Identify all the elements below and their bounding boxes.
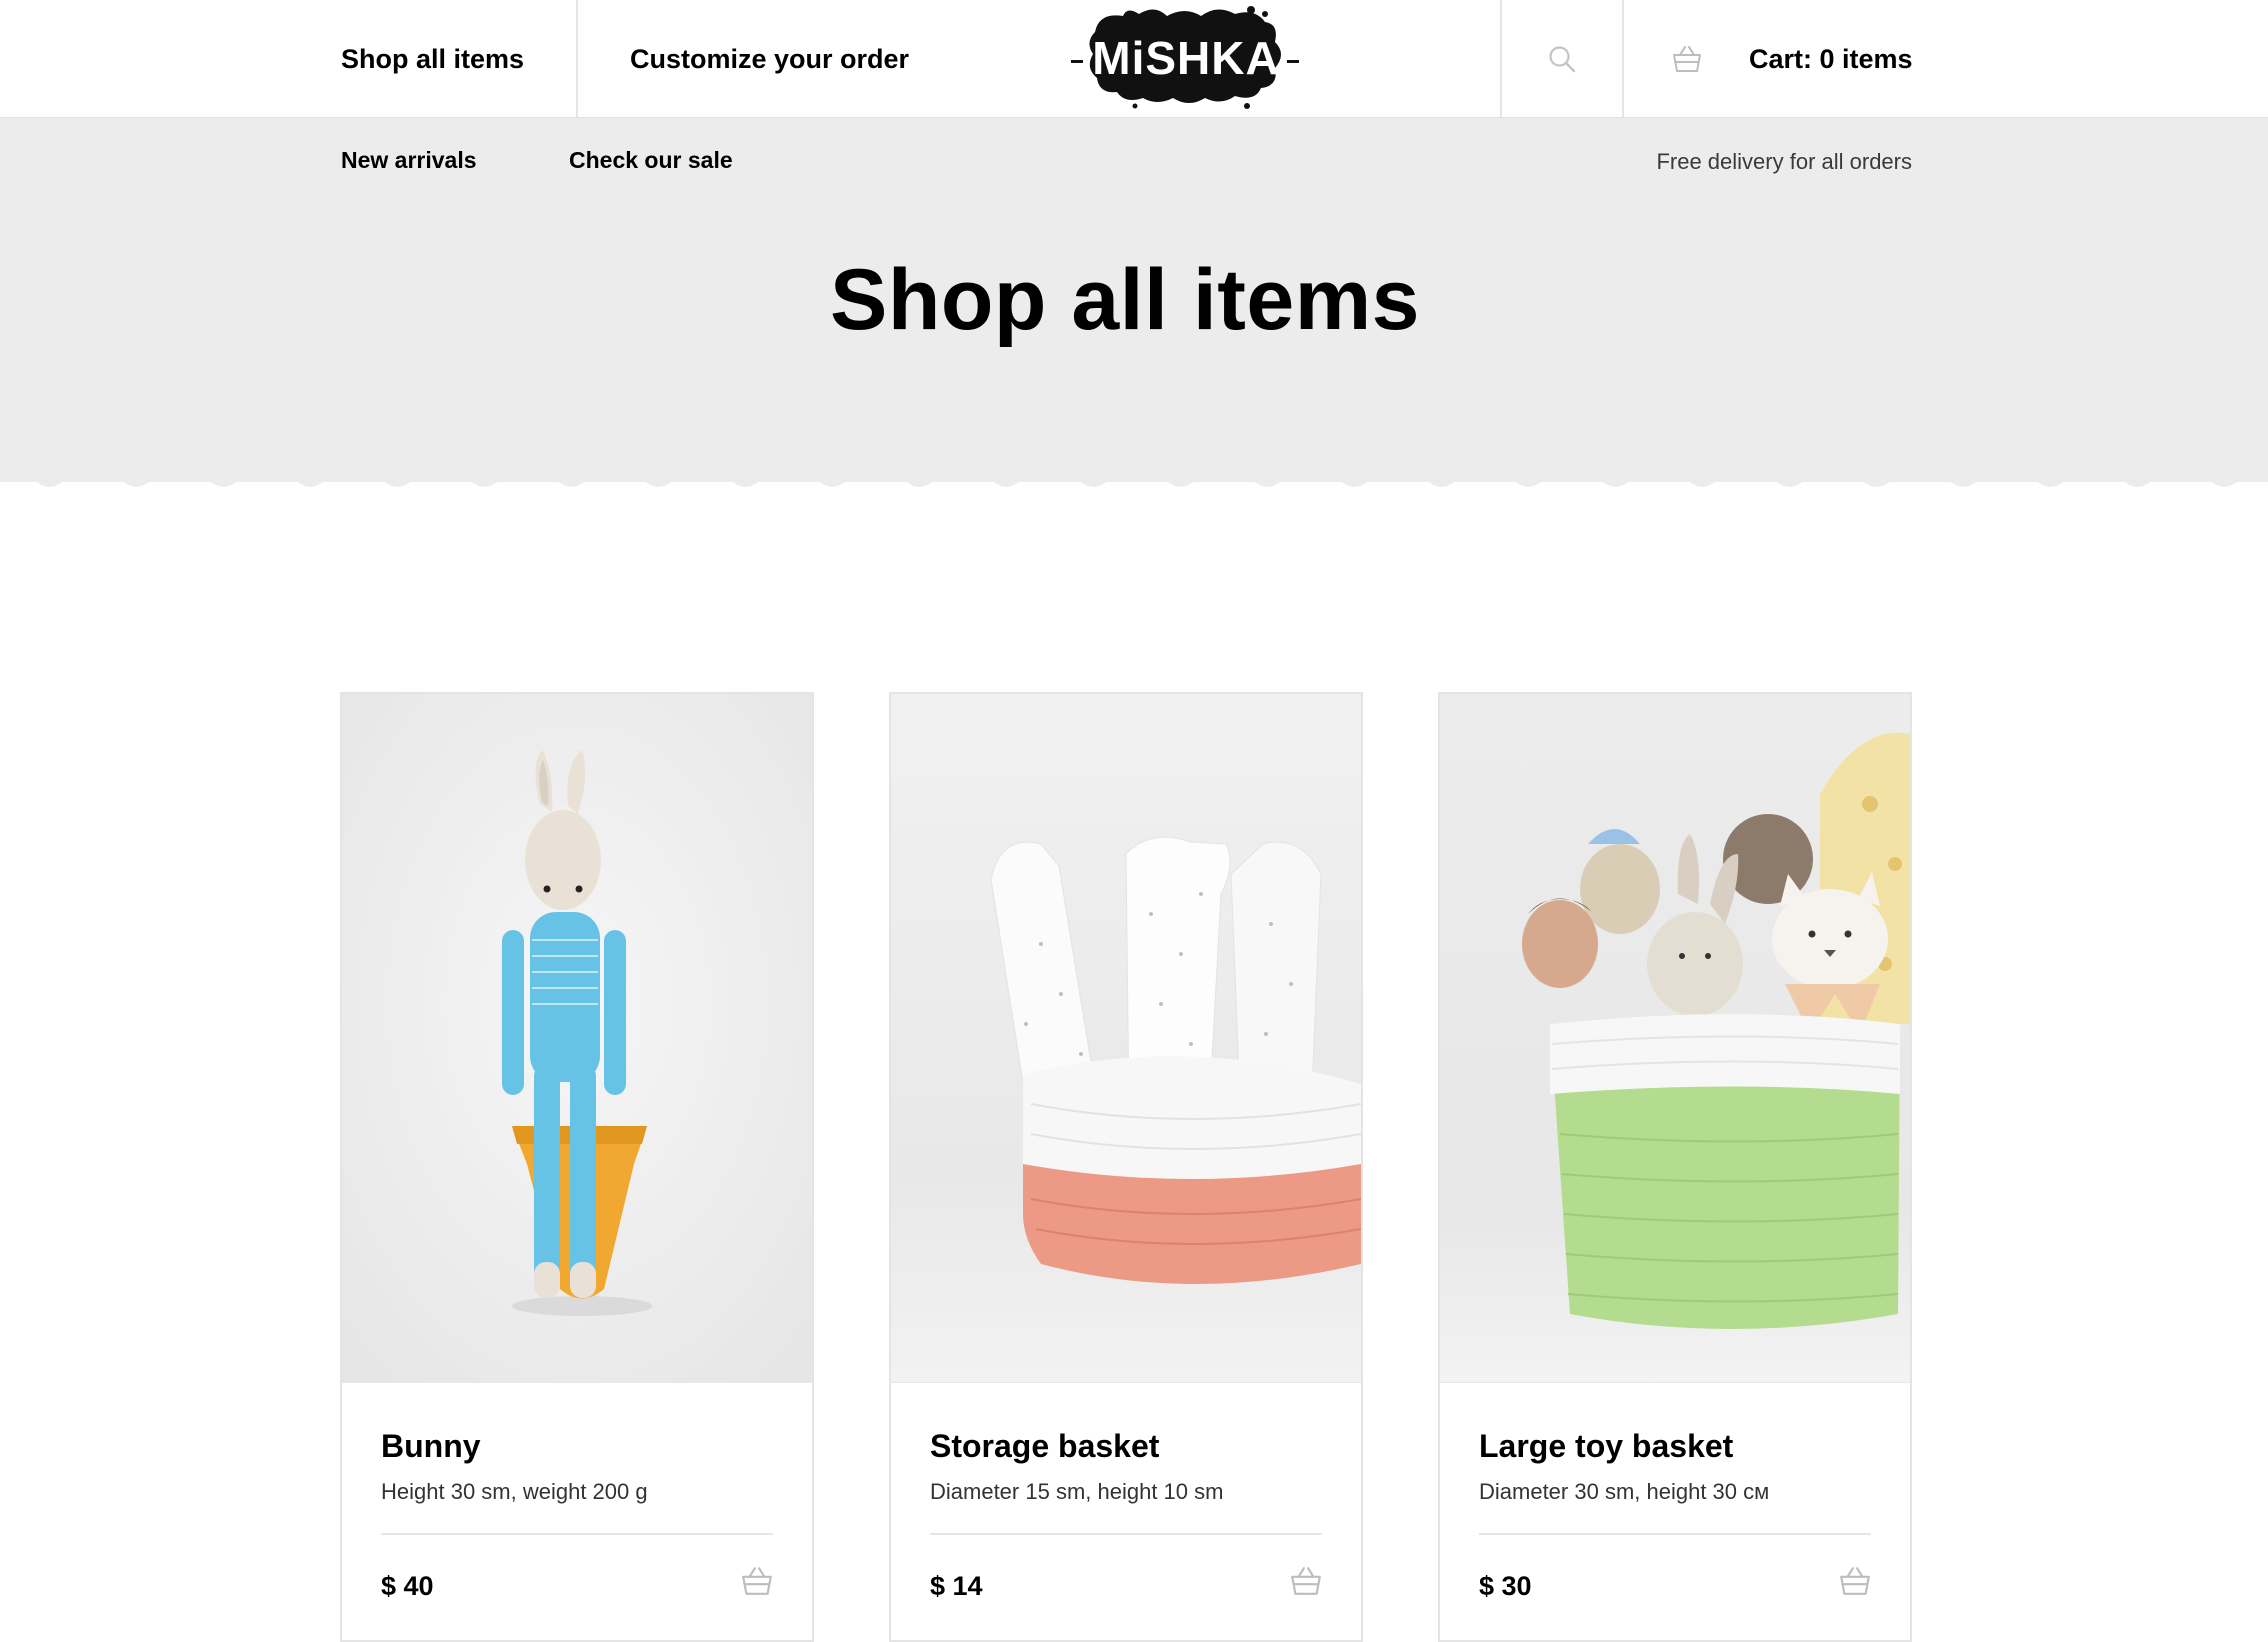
product-card[interactable]: Bunny Height 30 sm, weight 200 g $ 40 [340,692,814,1642]
subnav-new-arrivals[interactable]: New arrivals [341,147,477,174]
product-description: Height 30 sm, weight 200 g [381,1479,648,1504]
product-image-storage-basket[interactable] [891,694,1361,1382]
product-name[interactable]: Bunny [381,1428,481,1465]
product-name[interactable]: Large toy basket [1479,1428,1733,1465]
product-price: $ 14 [930,1571,983,1601]
search-icon [1549,46,1576,73]
basket-icon [1673,46,1701,72]
product-price: $ 30 [1479,1571,1532,1601]
delivery-note: Free delivery for all orders [1656,149,1912,174]
product-image-large-toy-basket[interactable] [1440,694,1910,1382]
add-to-cart-basket-icon[interactable] [1289,1564,1323,1598]
subnav-sale[interactable]: Check our sale [569,147,733,174]
divider [930,1533,1322,1535]
product-card[interactable]: Storage basket Diameter 15 sm, height 10… [889,692,1363,1642]
product-info [891,1382,1361,1642]
header-divider [1622,0,1624,118]
nav-shop-all-items[interactable]: Shop all items [341,0,524,118]
product-description: Diameter 30 sm, height 30 см [1479,1479,1770,1504]
logo-lettering: MiSHKA [1092,32,1279,84]
divider [381,1533,773,1535]
site-header: Shop all items Customize your order MiSH… [0,0,2268,118]
add-to-cart-basket-icon[interactable] [740,1564,774,1598]
product-image-bunny[interactable] [342,694,812,1382]
hero-band: New arrivals Check our sale Free deliver… [0,118,2268,482]
nav-customize-order[interactable]: Customize your order [630,0,909,118]
cart-link[interactable]: Cart: 0 items [1749,0,1913,118]
product-description: Diameter 15 sm, height 10 sm [930,1479,1224,1504]
nav-divider [576,0,578,118]
wave-divider [0,459,2268,487]
product-info [342,1382,812,1642]
mishka-logo[interactable]: MiSHKA [1065,2,1305,114]
divider [1479,1533,1871,1535]
product-info [1440,1382,1910,1642]
page-title: Shop all items [829,252,1421,348]
product-price: $ 40 [381,1571,434,1601]
product-name[interactable]: Storage basket [930,1428,1159,1465]
search-button[interactable] [1502,0,1622,118]
add-to-cart-basket-icon[interactable] [1838,1564,1872,1598]
cart-button[interactable] [1670,0,1704,118]
product-card[interactable]: Large toy basket Diameter 30 sm, height … [1438,692,1912,1642]
